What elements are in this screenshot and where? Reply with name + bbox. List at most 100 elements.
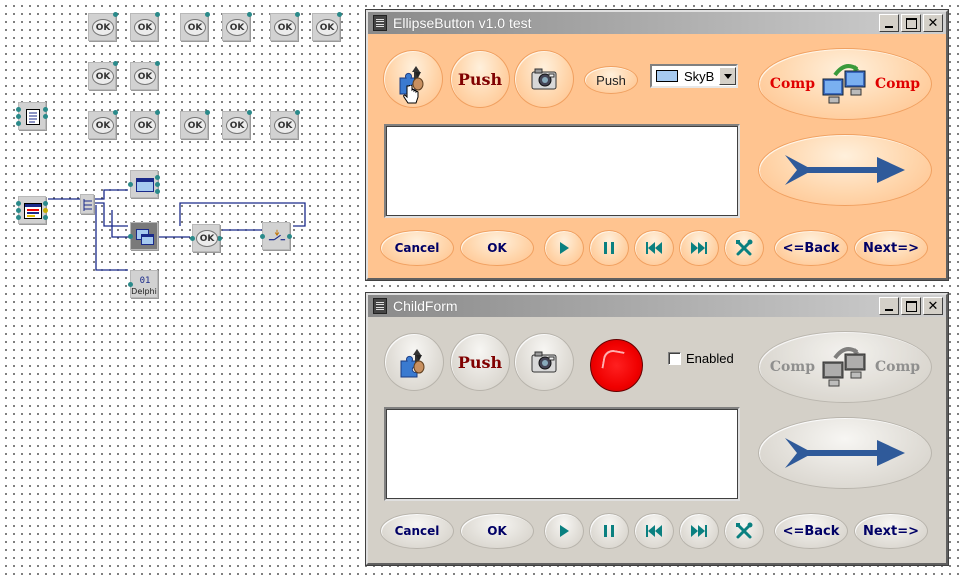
- ok-button-component[interactable]: OK: [312, 12, 342, 41]
- enabled-label: Enabled: [686, 351, 734, 366]
- comp-button-disabled[interactable]: Comp Comp: [758, 331, 932, 403]
- maximize-button[interactable]: [901, 14, 921, 32]
- pause-button[interactable]: [589, 230, 629, 266]
- next-button[interactable]: Next=>: [854, 513, 928, 549]
- rewind-button[interactable]: [634, 513, 674, 549]
- camera-icon: [531, 351, 557, 373]
- network-computers-icon: [822, 64, 866, 104]
- switch-component[interactable]: [260, 222, 292, 250]
- ok-button-component[interactable]: OK: [190, 224, 222, 252]
- tools-icon: [736, 239, 753, 256]
- rewind-button[interactable]: [634, 230, 674, 266]
- form-icon: [24, 202, 42, 220]
- ok-button-component[interactable]: OK: [270, 12, 300, 41]
- window-titlebar[interactable]: EllipseButton v1.0 test ✕: [368, 12, 946, 34]
- switch-icon: [268, 228, 286, 246]
- ok-button-component[interactable]: OK: [130, 110, 160, 139]
- hand-cursor-icon: [403, 85, 419, 104]
- skip-forward-icon: [691, 242, 707, 254]
- enabled-checkbox[interactable]: [668, 352, 681, 365]
- maximize-button[interactable]: [901, 297, 921, 315]
- connection-wires: [48, 189, 306, 271]
- skip-forward-icon: [691, 525, 707, 537]
- ok-button[interactable]: OK: [460, 513, 534, 549]
- window-title: ChildForm: [393, 298, 458, 314]
- hub-icon: [82, 197, 94, 213]
- tools-button[interactable]: [724, 230, 764, 266]
- window-client-area: Push Push SkyB Comp Comp Cancel OK <=Bac…: [368, 34, 946, 278]
- child-form-window: ChildForm ✕ Push Enabled Comp Comp Cance…: [365, 292, 949, 566]
- arrow-button[interactable]: [758, 417, 932, 489]
- tools-icon: [736, 522, 753, 539]
- chevron-down-icon[interactable]: [719, 67, 736, 85]
- memo-box[interactable]: [384, 407, 740, 501]
- ok-button-component[interactable]: OK: [222, 12, 252, 41]
- play-icon: [560, 242, 569, 254]
- pause-button[interactable]: [589, 513, 629, 549]
- enabled-checkbox-wrap[interactable]: Enabled: [668, 351, 734, 366]
- arrow-button[interactable]: [758, 134, 932, 206]
- color-combobox[interactable]: SkyB: [650, 64, 738, 88]
- combo-value: SkyB: [684, 68, 715, 84]
- ok-button-component[interactable]: OK: [130, 12, 160, 41]
- app-icon: [373, 15, 387, 31]
- ok-button-component[interactable]: OK: [222, 110, 252, 139]
- back-button[interactable]: <=Back: [774, 513, 848, 549]
- camera-icon: [531, 68, 557, 90]
- skip-back-icon: [646, 525, 662, 537]
- next-button[interactable]: Next=>: [854, 230, 928, 266]
- window-title: EllipseButton v1.0 test: [393, 15, 532, 31]
- puzzle-button[interactable]: [383, 50, 443, 108]
- network-computers-icon: [822, 347, 866, 387]
- ok-button-component[interactable]: OK: [270, 110, 300, 139]
- red-indicator-button[interactable]: [590, 339, 643, 392]
- small-push-button[interactable]: Push: [584, 66, 638, 94]
- color-swatch: [656, 70, 678, 82]
- camera-button[interactable]: [514, 50, 574, 108]
- pause-icon: [604, 525, 614, 537]
- ellipse-button-test-window: EllipseButton v1.0 test ✕ Push Push SkyB…: [365, 9, 949, 281]
- camera-button[interactable]: [514, 333, 574, 391]
- child-window-icon: [136, 228, 154, 246]
- window-component[interactable]: [128, 170, 160, 198]
- fast-forward-button[interactable]: [679, 230, 719, 266]
- ok-button[interactable]: OK: [460, 230, 534, 266]
- puzzle-piece-icon: [400, 349, 425, 378]
- ok-button-component[interactable]: OK: [180, 12, 210, 41]
- cancel-button[interactable]: Cancel: [380, 513, 454, 549]
- child-form-component[interactable]: [128, 222, 158, 250]
- ok-button-component[interactable]: OK: [88, 61, 118, 90]
- back-button[interactable]: <=Back: [774, 230, 848, 266]
- main-form-component[interactable]: [16, 196, 48, 224]
- push-button[interactable]: Push: [450, 333, 510, 391]
- delphi-component[interactable]: 01 Delphi: [128, 270, 158, 298]
- memo-component[interactable]: [16, 102, 48, 130]
- memo-icon: [24, 108, 42, 126]
- close-button[interactable]: ✕: [923, 297, 943, 315]
- fast-forward-button[interactable]: [679, 513, 719, 549]
- ok-button-component[interactable]: OK: [130, 61, 160, 90]
- window-icon: [136, 176, 154, 194]
- hub-component[interactable]: [80, 194, 94, 214]
- memo-box[interactable]: [384, 124, 740, 218]
- push-button[interactable]: Push: [450, 50, 510, 108]
- tools-button[interactable]: [724, 513, 764, 549]
- cancel-button[interactable]: Cancel: [380, 230, 454, 266]
- close-button[interactable]: ✕: [923, 14, 943, 32]
- app-icon: [373, 298, 387, 314]
- comp-button[interactable]: Comp Comp: [758, 48, 932, 120]
- window-client-area: Push Enabled Comp Comp Cancel OK <=Back …: [368, 317, 946, 563]
- ok-button-component[interactable]: OK: [88, 12, 118, 41]
- ok-button-component[interactable]: OK: [88, 110, 118, 139]
- play-button[interactable]: [544, 230, 584, 266]
- ok-button-component[interactable]: OK: [180, 110, 210, 139]
- play-button[interactable]: [544, 513, 584, 549]
- arrow-right-icon: [785, 438, 905, 468]
- puzzle-button[interactable]: [384, 333, 444, 391]
- window-titlebar[interactable]: ChildForm ✕: [368, 295, 946, 317]
- pause-icon: [604, 242, 614, 254]
- arrow-right-icon: [785, 155, 905, 185]
- minimize-button[interactable]: [879, 14, 899, 32]
- minimize-button[interactable]: [879, 297, 899, 315]
- skip-back-icon: [646, 242, 662, 254]
